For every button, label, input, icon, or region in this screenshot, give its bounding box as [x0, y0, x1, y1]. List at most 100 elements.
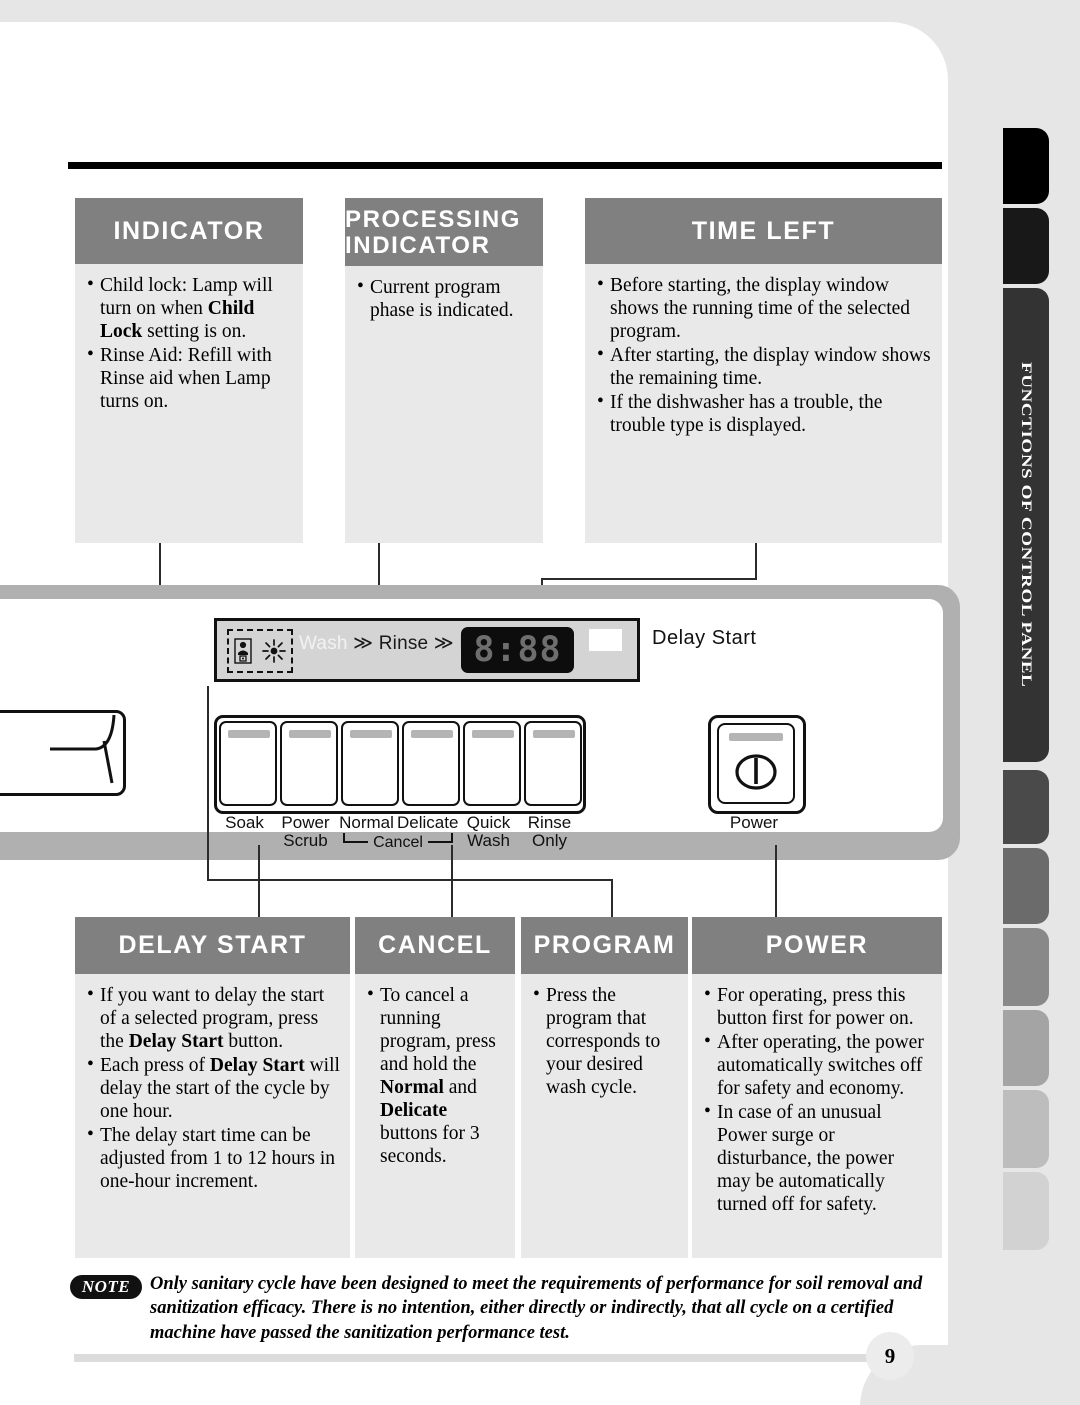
info-box-processing-indicator-body: Current program phase is indicated. — [345, 266, 543, 331]
door-handle-fold — [50, 714, 116, 784]
note-block: NOTE Only sanitary cycle have been desig… — [70, 1272, 945, 1345]
label-line-2: Scrub — [283, 831, 328, 851]
info-box-indicator-header: INDICATOR — [75, 198, 303, 264]
info-box-indicator-title: INDICATOR — [113, 216, 265, 245]
side-tab-9[interactable] — [1003, 1172, 1049, 1250]
button-label-delicate: Delicate — [397, 813, 459, 832]
connector-line-processing-a — [378, 543, 380, 587]
list-item: If you want to delay the start of a sele… — [87, 983, 340, 1053]
info-box-processing-indicator-title-line1: PROCESSING — [345, 206, 522, 234]
label-line-1: Soak — [225, 813, 264, 832]
footer-rule — [74, 1354, 882, 1362]
side-tab-8[interactable] — [1003, 1090, 1049, 1168]
info-box-processing-indicator: PROCESSING INDICATOR Current program pha… — [345, 198, 543, 543]
info-box-power-header: POWER — [692, 917, 942, 974]
info-box-delay-start: DELAY START If you want to delay the sta… — [75, 917, 350, 1258]
info-box-delay-start-body: If you want to delay the start of a sele… — [75, 974, 350, 1202]
label-line-2: Wash — [467, 831, 510, 851]
list-item: After starting, the display window shows… — [597, 343, 932, 390]
button-normal[interactable] — [340, 721, 399, 806]
info-box-processing-indicator-header: PROCESSING INDICATOR — [345, 198, 543, 266]
control-panel-illustration: Wash ≫ Rinse ≫ Dry 8:88 Delay Start Soak — [0, 585, 960, 860]
button-soak[interactable] — [218, 721, 277, 806]
info-box-program-bullet-list: Press the program that corresponds to yo… — [533, 983, 678, 1099]
led-indicator — [729, 733, 783, 741]
list-item: For operating, press this button first f… — [704, 983, 932, 1030]
led-indicator — [471, 730, 514, 738]
led-indicator — [288, 730, 331, 738]
button-label-soak: Soak — [214, 813, 275, 832]
side-tab-2[interactable] — [1003, 208, 1049, 284]
program-button-bank — [214, 715, 586, 814]
led-indicator — [227, 730, 270, 738]
connector-line-timeleft-h — [541, 578, 757, 580]
connector-line-program — [611, 879, 613, 917]
info-box-program-header: PROGRAM — [521, 917, 688, 974]
label-line-1: Rinse — [527, 813, 572, 832]
phase-arrow-2-icon: ≫ — [433, 633, 454, 654]
button-label-normal: Normal — [336, 813, 397, 832]
cancel-bracket-label: Cancel — [373, 834, 423, 851]
info-box-delay-start-bullet-list: If you want to delay the start of a sele… — [87, 983, 340, 1193]
info-box-cancel-bullet-list: To cancel a running program, press and h… — [367, 983, 505, 1168]
info-box-delay-start-header: DELAY START — [75, 917, 350, 974]
led-indicator — [410, 730, 453, 738]
power-button-inner — [717, 723, 795, 804]
info-box-processing-indicator-title-line2: INDICATOR — [345, 232, 491, 259]
led-indicator — [532, 730, 575, 738]
seven-segment-display: 8:88 — [461, 627, 574, 673]
note-badge: NOTE — [70, 1275, 142, 1299]
delay-start-lamp — [589, 629, 622, 651]
side-tab-1[interactable] — [1003, 128, 1049, 204]
side-tab-7[interactable] — [1003, 1010, 1049, 1086]
side-tab-active-label: FUNCTIONS OF CONTROL PANEL — [1018, 362, 1035, 688]
info-box-program-title: PROGRAM — [533, 931, 676, 959]
top-rule — [68, 162, 942, 169]
info-box-power: POWER For operating, press this button f… — [692, 917, 942, 1258]
list-item: The delay start time can be adjusted fro… — [87, 1123, 340, 1193]
connector-line-cancel-h — [207, 879, 613, 881]
button-rinse-only[interactable] — [523, 721, 582, 806]
label-line-1: Delicate — [397, 813, 459, 832]
info-box-processing-indicator-bullet-list: Current program phase is indicated. — [357, 275, 533, 322]
side-tab-5[interactable] — [1003, 848, 1049, 924]
list-item: Each press of Delay Start will delay the… — [87, 1053, 340, 1123]
button-quick-wash[interactable] — [462, 721, 521, 806]
info-box-cancel: CANCEL To cancel a running program, pres… — [355, 917, 515, 1258]
power-button-label: Power — [729, 813, 779, 832]
manual-page: FUNCTIONS OF CONTROL PANEL INDICATOR Chi… — [0, 0, 1080, 1405]
power-symbol-icon — [735, 754, 777, 790]
list-item: Press the program that corresponds to yo… — [533, 983, 678, 1099]
list-item: If the dishwasher has a trouble, the tro… — [597, 390, 932, 437]
side-tab-4[interactable] — [1003, 770, 1049, 844]
connector-line-cancel-a — [207, 686, 209, 881]
info-box-cancel-body: To cancel a running program, press and h… — [355, 974, 515, 1177]
power-button[interactable] — [708, 715, 806, 814]
list-item: To cancel a running program, press and h… — [367, 983, 505, 1168]
note-text: Only sanitary cycle have been designed t… — [150, 1274, 923, 1343]
child-lock-icon — [233, 638, 252, 664]
label-line-1: Power — [281, 813, 330, 832]
delay-start-label: Delay Start — [652, 627, 757, 649]
info-box-cancel-title: CANCEL — [378, 931, 492, 959]
info-box-indicator-bullet-list: Child lock: Lamp will turn on when Child… — [87, 273, 293, 413]
display-window: Wash ≫ Rinse ≫ Dry 8:88 — [214, 618, 640, 682]
list-item: Rinse Aid: Refill with Rinse aid when La… — [87, 343, 293, 413]
button-power-scrub[interactable] — [279, 721, 338, 806]
button-delicate[interactable] — [401, 721, 460, 806]
info-box-cancel-header: CANCEL — [355, 917, 515, 974]
rinse-aid-icon — [261, 639, 286, 663]
page-number: 9 — [866, 1332, 914, 1380]
list-item: After operating, the power automatically… — [704, 1030, 932, 1100]
label-line-1: Quick — [466, 813, 511, 832]
connector-line-timeleft-a — [755, 543, 757, 580]
info-box-power-title: POWER — [765, 931, 869, 959]
button-label-power-scrub: Power Scrub — [275, 813, 336, 851]
info-box-time-left: TIME LEFT Before starting, the display w… — [585, 198, 942, 543]
led-indicator — [349, 730, 392, 738]
status-icon-group — [227, 629, 293, 673]
info-box-time-left-bullet-list: Before starting, the display window show… — [597, 273, 932, 437]
phase-rinse-label: Rinse — [378, 633, 429, 654]
info-box-delay-start-title: DELAY START — [118, 931, 307, 959]
side-tab-6[interactable] — [1003, 928, 1049, 1006]
